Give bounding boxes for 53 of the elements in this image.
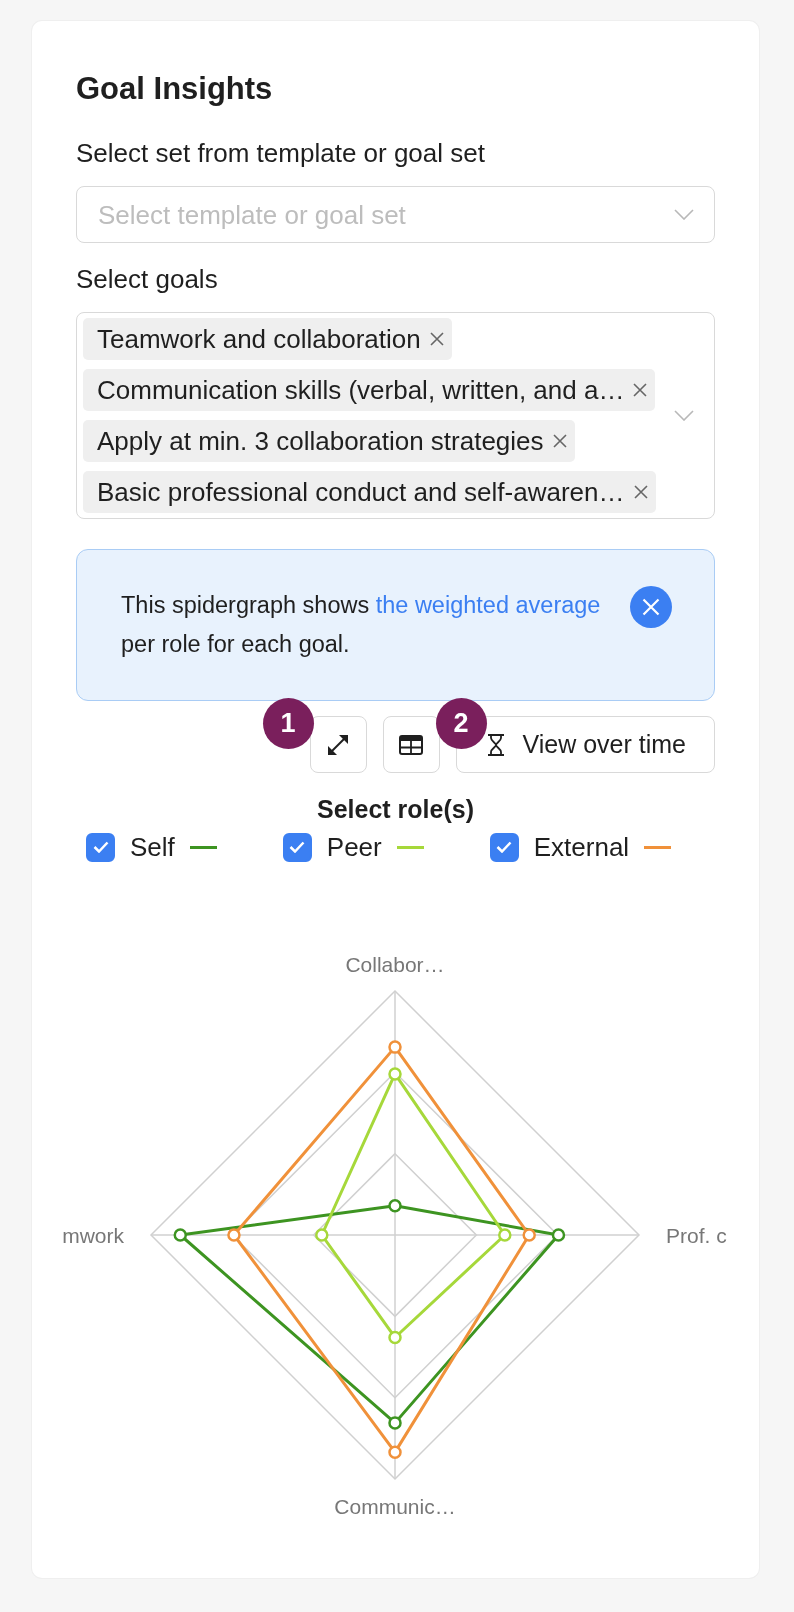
remove-tag-button[interactable] [633,383,648,397]
table-icon [399,734,423,755]
table-view-button[interactable] [382,716,440,773]
role-checkbox[interactable] [282,832,312,862]
expand-button[interactable] [309,716,367,773]
data-point [388,1198,402,1213]
close-icon [429,332,444,346]
data-point [227,1228,241,1242]
tag-label: Teamwork and collaboration [97,324,421,354]
tag-label: Basic professional conduct and self-awaren… [97,477,625,507]
remove-tag-button[interactable] [633,485,648,499]
data-point [551,1228,566,1242]
close-icon [633,485,648,499]
tag-label: Communication skills (verbal, written, and a… [97,375,625,405]
data-point [388,1330,402,1345]
role-checkbox[interactable] [489,832,519,862]
close-icon [552,434,567,448]
data-point [173,1228,188,1242]
check-icon [496,841,513,853]
axis-label: Communic… [334,1494,456,1518]
data-point [388,1445,402,1459]
info-text: This spidergraph shows the weighted average per role for each goal. [121,591,602,659]
data-point [315,1228,329,1242]
close-icon [633,383,648,397]
data-point [388,1067,402,1081]
data-point [498,1228,512,1242]
close-button[interactable] [630,586,672,628]
chevron-down-icon [674,209,694,220]
remove-tag-button[interactable] [429,332,444,346]
tag-label: Apply at min. 3 collaboration strategies [97,426,544,456]
role-label: Self [130,832,175,862]
field-label: Select set from template or goal set [76,138,485,168]
role-label: Peer [326,832,382,862]
field-label: Select goals [76,264,218,294]
step-marker: 1 [262,698,314,749]
data-point [388,1040,402,1054]
role-label: External [533,832,630,862]
check-icon [289,841,306,853]
remove-tag-button[interactable] [552,434,567,448]
close-icon [642,598,660,616]
data-point [388,1416,402,1430]
goals-multiselect[interactable]: Teamwork and collaboration Communication skills (verbal, written, and a… Apply at min. 3 collaboration strategies Basic professional conduct and self-awaren… [76,312,715,519]
panel-title: Goal Insights [76,71,273,107]
check-icon [92,841,109,853]
data-point [522,1228,536,1242]
axis-label: Collabor… [345,952,445,976]
axis-label: mwork [62,1223,124,1247]
expand-icon [327,733,349,756]
role-checkbox[interactable] [86,832,115,862]
chevron-down-icon [674,410,694,421]
axis-label: Prof. c [666,1223,727,1247]
hourglass-icon [486,733,505,756]
section-heading: Select role(s) [317,794,474,824]
